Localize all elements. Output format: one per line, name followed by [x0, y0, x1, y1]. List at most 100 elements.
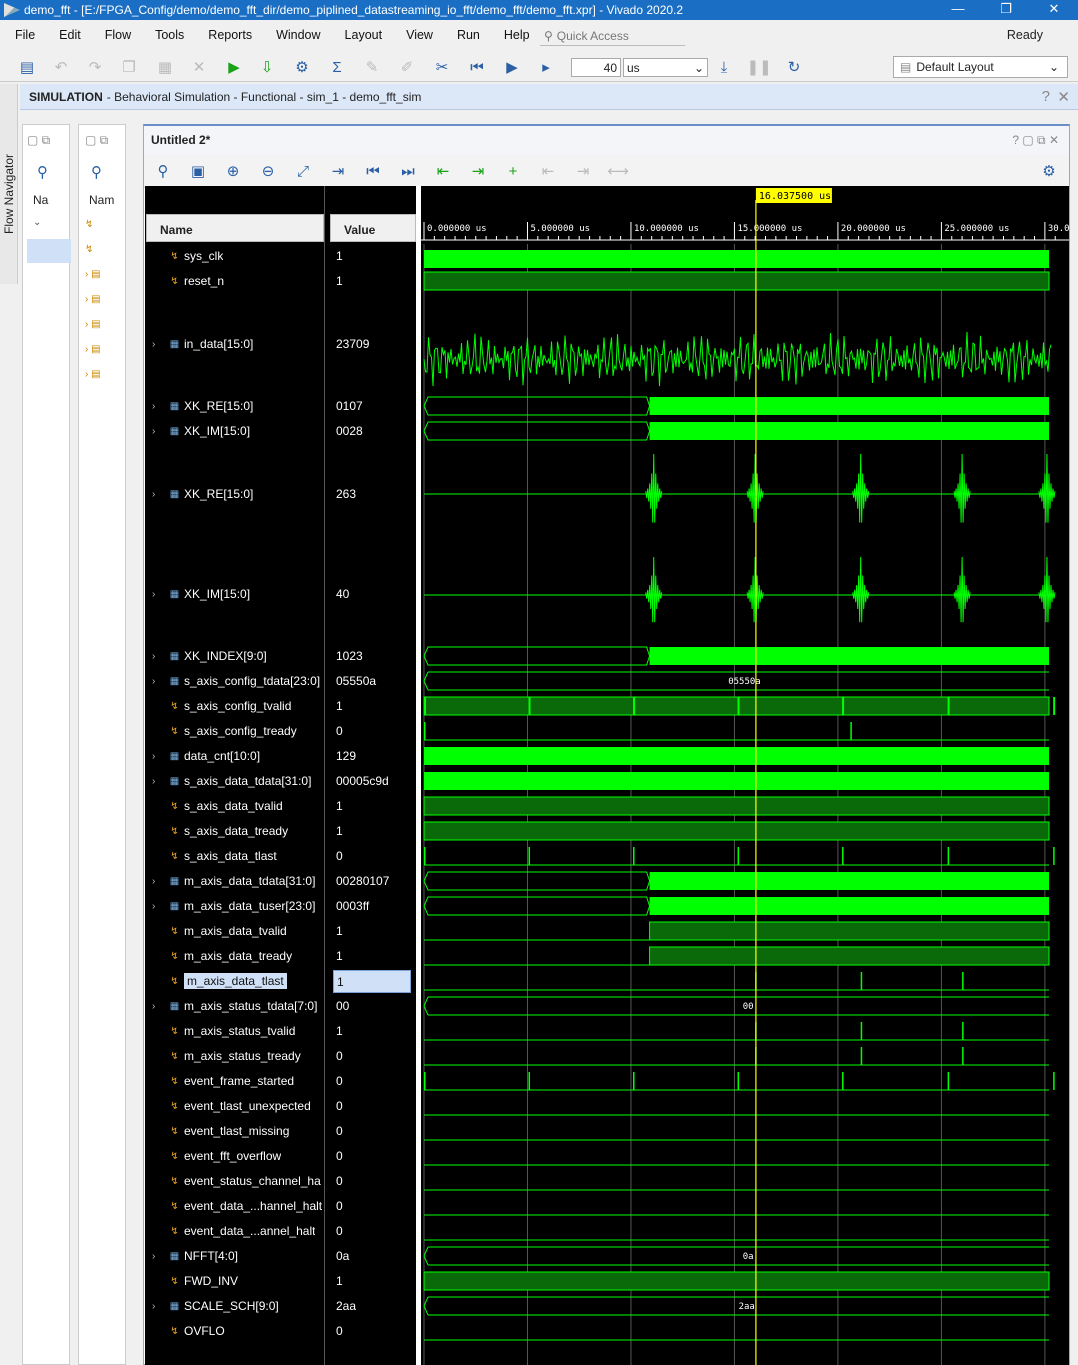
waveform-canvas[interactable]: 0.000000 us 5.000000 us 10.000000 us 15.000… [421, 186, 1069, 1365]
expand-icon[interactable]: › [152, 401, 164, 412]
signal-row[interactable]: ↯ event_tlast_unexpected [146, 1096, 326, 1116]
signal-row[interactable]: ↯ s_axis_config_tvalid [146, 696, 326, 716]
delete-icon[interactable]: ✕ [190, 58, 208, 76]
menu-edit[interactable]: Edit [44, 28, 90, 42]
expand-icon[interactable]: › [152, 426, 164, 437]
signal-row[interactable]: ↯ m_axis_status_tready [146, 1046, 326, 1066]
menu-tools[interactable]: Tools [140, 28, 193, 42]
tool-icon[interactable]: ✎ [363, 58, 381, 76]
object-item[interactable]: ↯ [85, 244, 93, 255]
menu-view[interactable]: View [391, 28, 442, 42]
signal-row[interactable]: ↯ s_axis_data_tvalid [146, 796, 326, 816]
object-item[interactable]: › ▤ [85, 269, 101, 280]
maximize-button[interactable]: ❐ [982, 0, 1030, 20]
run-for-icon[interactable]: ▸ [537, 58, 555, 76]
quick-access-input[interactable]: ⚲ Quick Access [540, 26, 685, 46]
menu-file[interactable]: File [0, 28, 44, 42]
signal-row[interactable]: › ▦ in_data[15:0] [146, 334, 326, 354]
menu-reports[interactable]: Reports [193, 28, 261, 42]
signal-row[interactable]: ↯ event_status_channel_ha [146, 1171, 326, 1191]
scope-row-selected[interactable] [27, 239, 71, 263]
signal-row[interactable]: › ▦ XK_RE[15:0] [146, 396, 326, 416]
signal-row[interactable]: ↯ FWD_INV [146, 1271, 326, 1291]
search-icon[interactable]: ⚲ [154, 162, 172, 180]
object-item[interactable]: › ▤ [85, 319, 101, 330]
signal-row[interactable]: › ▦ XK_INDEX[9:0] [146, 646, 326, 666]
signal-row[interactable]: ↯ reset_n [146, 271, 326, 291]
go-to-end-icon[interactable]: ⏭ [399, 162, 417, 180]
name-column-header[interactable]: Name [146, 214, 324, 242]
signal-row[interactable]: › ▦ XK_IM[15:0] [146, 584, 326, 604]
menu-help[interactable]: Help [489, 28, 539, 42]
close-icon[interactable]: ✕ [1057, 88, 1070, 106]
signal-row[interactable]: ↯ s_axis_config_tready [146, 721, 326, 741]
debug-icon[interactable]: ✂ [433, 58, 451, 76]
signal-row[interactable]: ↯ event_frame_started [146, 1071, 326, 1091]
paste-icon[interactable]: ▦ [156, 58, 174, 76]
run-all-icon[interactable]: ▶ [503, 58, 521, 76]
run-icon[interactable]: ▶ [225, 58, 243, 76]
menu-flow[interactable]: Flow [90, 28, 140, 42]
value-column-header[interactable]: Value [330, 214, 416, 242]
pencil-icon[interactable]: ✐ [398, 58, 416, 76]
signal-row[interactable]: › ▦ XK_RE[15:0] [146, 484, 326, 504]
expand-icon[interactable]: › [152, 339, 164, 350]
object-item[interactable]: › ▤ [85, 294, 101, 305]
signal-row[interactable]: ↯ m_axis_data_tready [146, 946, 326, 966]
expand-icon[interactable]: › [152, 589, 164, 600]
object-item[interactable]: ↯ [85, 219, 93, 230]
restore-icon[interactable]: ▢ ⧉ [85, 133, 108, 148]
signal-row[interactable]: ↯ OVFLO [146, 1321, 326, 1341]
signal-row[interactable]: ↯ m_axis_status_tvalid [146, 1021, 326, 1041]
expand-icon[interactable]: › [152, 489, 164, 500]
search-icon[interactable]: ⚲ [37, 163, 48, 181]
zoom-out-icon[interactable]: ⊖ [259, 162, 277, 180]
zoom-in-icon[interactable]: ⊕ [224, 162, 242, 180]
signal-row[interactable]: › ▦ s_axis_config_tdata[23:0] [146, 671, 326, 691]
expand-icon[interactable]: › [152, 776, 164, 787]
close-button[interactable]: ✕ [1030, 0, 1078, 20]
object-item[interactable]: › ▤ [85, 369, 101, 380]
next-marker-icon[interactable]: ⇥ [574, 162, 592, 180]
signal-row[interactable]: ↯ s_axis_data_tlast [146, 846, 326, 866]
signal-row[interactable]: › ▦ s_axis_data_tdata[31:0] [146, 771, 326, 791]
object-item[interactable]: › ▤ [85, 344, 101, 355]
run-unit-select[interactable]: us ⌄ [623, 58, 708, 77]
undo-icon[interactable]: ↶ [52, 58, 70, 76]
settings-icon[interactable]: ⚙ [293, 58, 311, 76]
signal-row[interactable]: ↯ event_fft_overflow [146, 1146, 326, 1166]
restart-icon[interactable]: ⏮ [468, 58, 486, 76]
expand-icon[interactable]: › [152, 676, 164, 687]
signal-row[interactable]: › ▦ SCALE_SCH[9:0] [146, 1296, 326, 1316]
signal-row[interactable]: › ▦ m_axis_data_tuser[23:0] [146, 896, 326, 916]
sigma-icon[interactable]: Σ [328, 58, 346, 76]
expand-icon[interactable]: › [152, 1301, 164, 1312]
menu-run[interactable]: Run [442, 28, 489, 42]
signal-row[interactable]: › ▦ NFFT[4:0] [146, 1246, 326, 1266]
help-icon[interactable]: ? [1042, 88, 1050, 105]
minimize-button[interactable]: — [934, 0, 982, 20]
previous-transition-icon[interactable]: ⇤ [434, 162, 452, 180]
signal-row[interactable]: ↯ sys_clk [146, 246, 326, 266]
signal-row[interactable]: ↯ event_data_...annel_halt [146, 1221, 326, 1241]
expand-icon[interactable]: › [152, 1001, 164, 1012]
signal-row[interactable]: ↯ event_data_...hannel_halt [146, 1196, 326, 1216]
signal-row[interactable]: ↯ s_axis_data_tready [146, 821, 326, 841]
menu-layout[interactable]: Layout [330, 28, 392, 42]
chevron-down-icon[interactable]: ⌄ [33, 217, 41, 228]
save-icon[interactable]: ▣ [189, 162, 207, 180]
signal-row[interactable]: › ▦ XK_IM[15:0] [146, 421, 326, 441]
step-icon[interactable]: ⤓ [715, 58, 733, 76]
project-icon[interactable]: ▤ [18, 58, 36, 76]
layout-select[interactable]: ▤ Default Layout ⌄ [893, 56, 1068, 78]
menu-window[interactable]: Window [261, 28, 329, 42]
restore-icon[interactable]: ▢ ⧉ [27, 133, 50, 148]
zoom-fit-icon[interactable]: ⤢ [294, 162, 312, 180]
search-icon[interactable]: ⚲ [91, 163, 102, 181]
flow-navigator-tab[interactable]: Flow Navigator [0, 84, 18, 284]
signal-row[interactable]: › ▦ m_axis_status_tdata[7:0] [146, 996, 326, 1016]
expand-icon[interactable]: › [152, 751, 164, 762]
wave-tab[interactable]: Untitled 2* ? ▢ ⧉ ✕ [144, 126, 1069, 154]
signal-row[interactable]: › ▦ data_cnt[10:0] [146, 746, 326, 766]
run-time-input[interactable]: 40 [571, 58, 621, 77]
